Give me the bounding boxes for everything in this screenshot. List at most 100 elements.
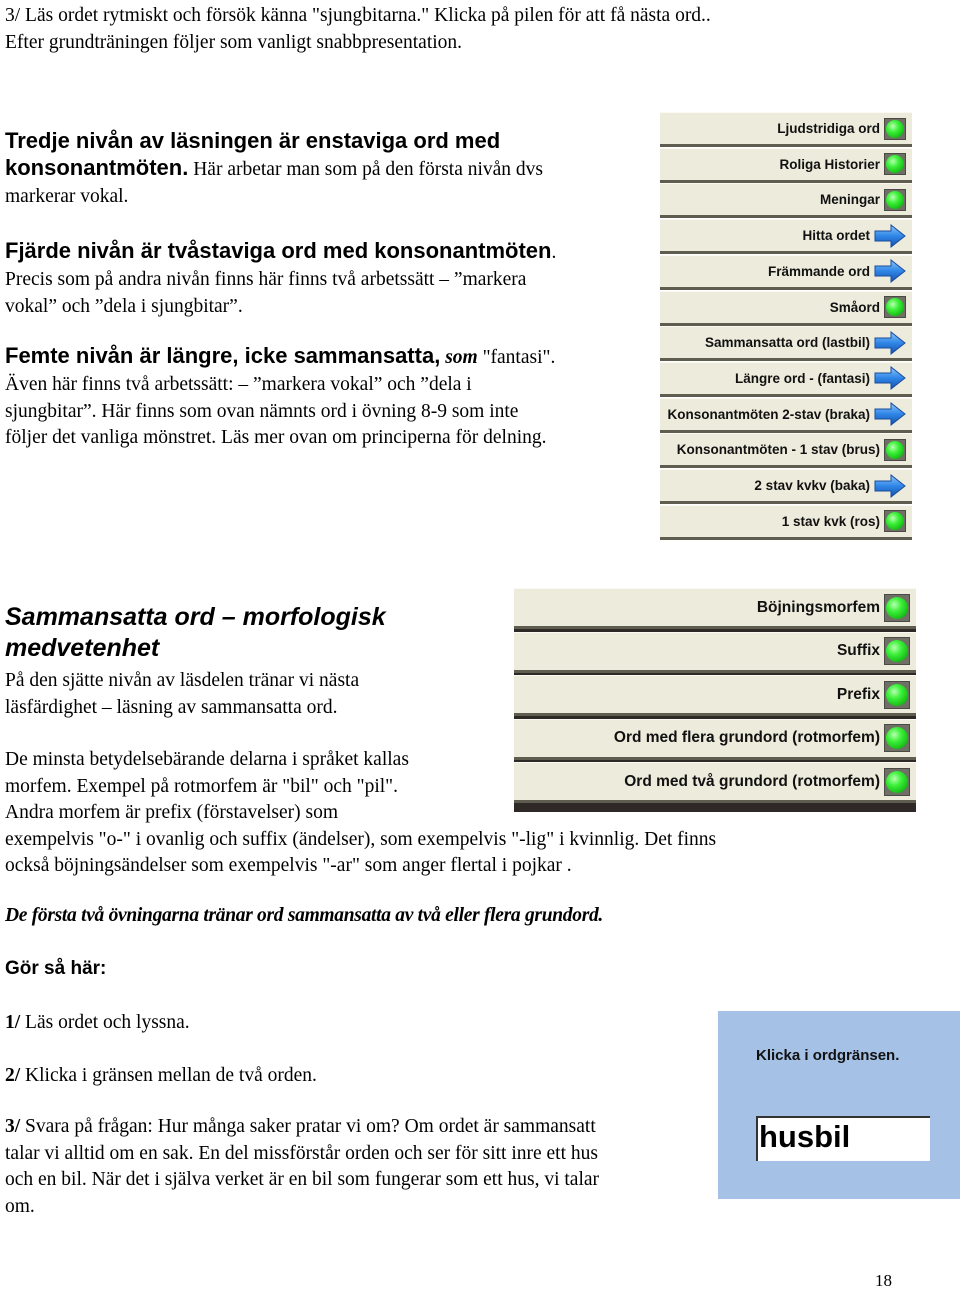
compound-p2-line-4: exempelvis "o-" i ovanlig och suffix (än… bbox=[5, 828, 717, 850]
compound-p2-line-5: också böjningsändelser som exempelvis "-… bbox=[5, 855, 572, 876]
compound-p1-line-2: läsfärdighet – läsning av sammansatta or… bbox=[5, 696, 338, 718]
howto-step-3: 3/ Svara på frågan: Hur många saker prat… bbox=[5, 1114, 715, 1141]
morpheme-menu-item-button[interactable]: Böjningsmorfem bbox=[514, 588, 916, 629]
level4-section: Fjärde nivån är tvåstaviga ord med konso… bbox=[5, 237, 645, 320]
level-menu-item-label: 1 stav kvk (ros) bbox=[781, 513, 880, 529]
green-led-icon bbox=[884, 153, 906, 176]
step-2-text: Klicka i gränsen mellan de två orden. bbox=[20, 1064, 317, 1086]
green-led-icon bbox=[884, 510, 906, 533]
level-menu-item-button[interactable]: Ljudstridiga ord bbox=[660, 112, 912, 147]
exercise-note: De första två övningarna tränar ord samm… bbox=[5, 905, 604, 926]
level4-heading-dot: . bbox=[551, 242, 557, 263]
word-boundary-instruction: Klicka i ordgränsen. bbox=[756, 1047, 900, 1064]
compound-heading-line-1: Sammansatta ord – morfologisk bbox=[5, 603, 386, 631]
intro-text: 3/ Läs ordet rytmiskt och försök känna "… bbox=[5, 3, 711, 56]
level-menu-item-label: Småord bbox=[829, 299, 880, 315]
level-menu-item-button[interactable]: Roliga Historier bbox=[660, 147, 912, 183]
howto-step-1: 1/ Läs ordet och lyssna. bbox=[5, 1010, 715, 1037]
howto-heading: Gör så här: bbox=[5, 958, 107, 979]
level-menu-item-label: Meningar bbox=[819, 192, 880, 208]
level-menu-panel: Ljudstridiga ord Roliga Historier Meningar… bbox=[660, 112, 912, 540]
blue-arrow-icon bbox=[874, 330, 906, 355]
level-menu-item-label: Längre ord - (fantasi) bbox=[734, 370, 870, 386]
blue-arrow-icon bbox=[874, 223, 906, 248]
howto-step-3-line-2: talar vi alltid om en sak. En del missfö… bbox=[5, 1142, 598, 1164]
morpheme-menu-item-label: Ord med två grundord (rotmorfem) bbox=[624, 772, 880, 790]
level3-text: Här arbetar man som på den första nivån … bbox=[188, 159, 544, 180]
howto-steps: 1/ Läs ordet och lyssna. 2/ Klicka i grä… bbox=[5, 1010, 715, 1220]
word-boundary-word-field[interactable]: husbil bbox=[756, 1116, 930, 1161]
level4-line-2: vokal” och ”dela i sjungbitar”. bbox=[5, 295, 243, 317]
level-menu-item-button[interactable]: Konsonantmöten - 1 stav (brus) bbox=[660, 433, 912, 469]
level-menu-item-label: Ljudstridiga ord bbox=[777, 121, 880, 136]
compound-heading-line-2: medvetenhet bbox=[5, 634, 160, 662]
green-led-icon bbox=[884, 593, 910, 622]
level-menu-item-button[interactable]: Konsonantmöten 2-stav (braka) bbox=[660, 397, 912, 433]
morpheme-menu-item-label: Ord med flera grundord (rotmorfem) bbox=[613, 729, 880, 747]
level-menu-item-button[interactable]: 1 stav kvk (ros) bbox=[660, 504, 912, 540]
level5-som: som bbox=[445, 347, 478, 368]
level-menu-item-button[interactable]: 2 stav kvkv (baka) bbox=[660, 469, 912, 504]
green-led-icon bbox=[884, 767, 910, 796]
intro-line-1: 3/ Läs ordet rytmiskt och försök känna "… bbox=[5, 5, 711, 26]
level-menu-item-label: Sammansatta ord (lastbil) bbox=[704, 335, 870, 351]
level-menu-item-button[interactable]: Småord bbox=[660, 290, 912, 326]
level5-line-1: Även här finns två arbetssätt: – ”marker… bbox=[5, 374, 472, 395]
morpheme-menu-item-button[interactable]: Suffix bbox=[514, 631, 916, 673]
green-led-icon bbox=[884, 188, 906, 211]
level-menu-item-button[interactable]: Hitta ordet bbox=[660, 219, 912, 255]
level5-heading: Femte nivån är längre, icke sammansatta,… bbox=[5, 342, 655, 372]
morpheme-menu-item-button[interactable]: Ord med två grundord (rotmorfem) bbox=[514, 762, 916, 804]
compound-p1-line-1: På den sjätte nivån av läsdelen tränar v… bbox=[5, 670, 360, 691]
blue-arrow-icon bbox=[874, 366, 906, 391]
morpheme-menu-item-label: Prefix bbox=[836, 685, 880, 703]
level-menu-item-button[interactable]: Meningar bbox=[660, 183, 912, 219]
green-led-icon bbox=[884, 680, 910, 709]
green-led-icon bbox=[884, 637, 910, 666]
green-led-icon bbox=[884, 117, 906, 140]
morpheme-menu-item-label: Böjningsmorfem bbox=[756, 598, 880, 616]
compound-intro: På den sjätte nivån av läsdelen tränar v… bbox=[5, 668, 515, 721]
step-3-number: 3/ bbox=[5, 1116, 21, 1137]
step-1-number: 1/ bbox=[5, 1012, 21, 1033]
word-boundary-widget: Klicka i ordgränsen. husbil bbox=[718, 1011, 960, 1199]
morpheme-menu-item-button[interactable]: Prefix bbox=[514, 675, 916, 717]
step-3-text: Svara på frågan: Hur många saker pratar … bbox=[20, 1116, 596, 1137]
step-2-number: 2/ bbox=[5, 1064, 21, 1086]
intro-line-2: Efter grundträningen följer som vanligt … bbox=[5, 31, 463, 53]
level-menu-item-label: Främmande ord bbox=[767, 263, 870, 279]
green-led-icon bbox=[884, 296, 906, 318]
level5-example: "fantasi". bbox=[477, 347, 556, 368]
howto-step-3-line-3: och en bil. När det i själva verket är e… bbox=[5, 1169, 600, 1190]
level-menu-item-label: Hitta ordet bbox=[802, 228, 871, 244]
compound-section: Sammansatta ord – morfologisk medvetenhe… bbox=[5, 602, 515, 721]
blue-arrow-icon bbox=[874, 402, 906, 427]
morpheme-menu-item-label: Suffix bbox=[836, 642, 880, 660]
level3-line-2: konsonantmöten. Här arbetar man som på d… bbox=[5, 155, 645, 184]
level3-heading-bold: konsonantmöten. bbox=[5, 155, 189, 180]
level-menu-item-button[interactable]: Sammansatta ord (lastbil) bbox=[660, 326, 912, 362]
level5-heading-text: Femte nivån är längre, icke sammansatta, bbox=[5, 343, 441, 368]
level4-heading-text: Fjärde nivån är tvåstaviga ord med konso… bbox=[5, 238, 552, 263]
level5-line-2: sjungbitar”. Här finns som ovan nämnts o… bbox=[5, 400, 519, 422]
green-led-icon bbox=[884, 724, 910, 753]
green-led-icon bbox=[884, 438, 906, 461]
level-menu-item-label: Roliga Historier bbox=[779, 156, 880, 172]
morpheme-menu-panel: Böjningsmorfem Suffix Prefix Ord med flera … bbox=[514, 588, 916, 812]
level-menu-item-label: Konsonantmöten - 1 stav (brus) bbox=[676, 442, 880, 458]
level-menu-item-label: Konsonantmöten 2-stav (braka) bbox=[667, 406, 870, 422]
level-menu-item-button[interactable]: Längre ord - (fantasi) bbox=[660, 361, 912, 397]
level-menu-item-button[interactable]: Främmande ord bbox=[660, 254, 912, 290]
level4-line-1: Precis som på andra nivån finns här finn… bbox=[5, 269, 527, 290]
level3-heading: Tredje nivån av läsningen är enstaviga o… bbox=[5, 128, 501, 153]
level5-line-3: följer det vanliga mönstret. Läs mer ova… bbox=[5, 427, 547, 448]
level3-line-3: markerar vokal. bbox=[5, 185, 129, 207]
level4-heading: Fjärde nivån är tvåstaviga ord med konso… bbox=[5, 237, 645, 267]
blue-arrow-icon bbox=[874, 473, 906, 498]
howto-step-2: 2/ Klicka i gränsen mellan de två orden. bbox=[5, 1063, 715, 1090]
level-menu-item-label: 2 stav kvkv (baka) bbox=[754, 478, 870, 493]
morpheme-menu-item-button[interactable]: Ord med flera grundord (rotmorfem) bbox=[514, 718, 916, 760]
howto-step-3-line-4: om. bbox=[5, 1195, 35, 1217]
page-number: 18 bbox=[875, 1271, 892, 1290]
level3-section: Tredje nivån av läsningen är enstaviga o… bbox=[5, 127, 645, 210]
